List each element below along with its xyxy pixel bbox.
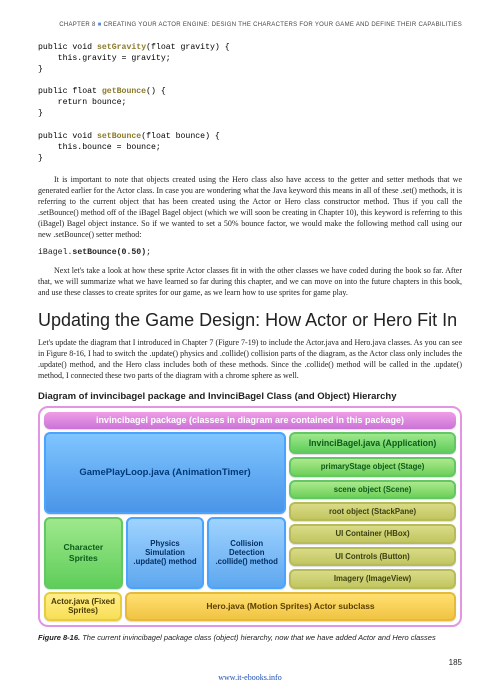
section-heading: Updating the Game Design: How Actor or H… (38, 310, 462, 331)
physics-box: Physics Simulation .update() method (126, 517, 205, 589)
actor-box: Actor.java (Fixed Sprites) (44, 592, 122, 621)
inline-code-setbounce: iBagel.setBounce(0.50); (38, 248, 462, 257)
charsprites-box: Character Sprites (44, 517, 123, 589)
page-number: 185 (38, 658, 462, 667)
footer-link-anchor[interactable]: www.it-ebooks.info (218, 673, 281, 682)
chapter-title: CREATING YOUR ACTOR ENGINE: DESIGN THE C… (103, 22, 462, 28)
package-bar: invincibagel package (classes in diagram… (44, 412, 456, 429)
root-box: root object (StackPane) (289, 502, 456, 521)
figure-caption: Figure 8-16. The current invincibagel pa… (38, 633, 462, 642)
diagram-title: Diagram of invincibagel package and Invi… (38, 391, 462, 402)
figure-number: Figure 8-16. (38, 633, 80, 642)
collision-box: Collision Detection .collide() method (207, 517, 286, 589)
uicontainer-box: UI Container (HBox) (289, 524, 456, 543)
chapter-header: CHAPTER 8 ■ CREATING YOUR ACTOR ENGINE: … (38, 22, 462, 28)
scene-box: scene object (Scene) (289, 480, 456, 499)
hero-box: Hero.java (Motion Sprites) Actor subclas… (125, 592, 456, 621)
primarystage-box: primaryStage object (Stage) (289, 457, 456, 476)
separator-icon: ■ (98, 22, 102, 28)
code-block-setGravity: public void setGravity(float gravity) { … (38, 42, 462, 164)
footer-link: www.it-ebooks.info (38, 673, 462, 682)
paragraph-3: Let's update the diagram that I introduc… (38, 337, 462, 381)
invincibagel-box: InvinciBagel.java (Application) (289, 432, 456, 455)
gameplayloop-box: GamePlayLoop.java (AnimationTimer) (44, 432, 286, 514)
figure-text: The current invincibagel package class (… (80, 633, 436, 642)
paragraph-1: It is important to note that objects cre… (38, 174, 462, 240)
paragraph-2: Next let's take a look at how these spri… (38, 265, 462, 298)
imagery-box: Imagery (ImageView) (289, 569, 456, 588)
chapter-label: CHAPTER 8 (59, 22, 95, 28)
uicontrols-box: UI Controls (Button) (289, 547, 456, 566)
package-diagram: invincibagel package (classes in diagram… (38, 406, 462, 627)
